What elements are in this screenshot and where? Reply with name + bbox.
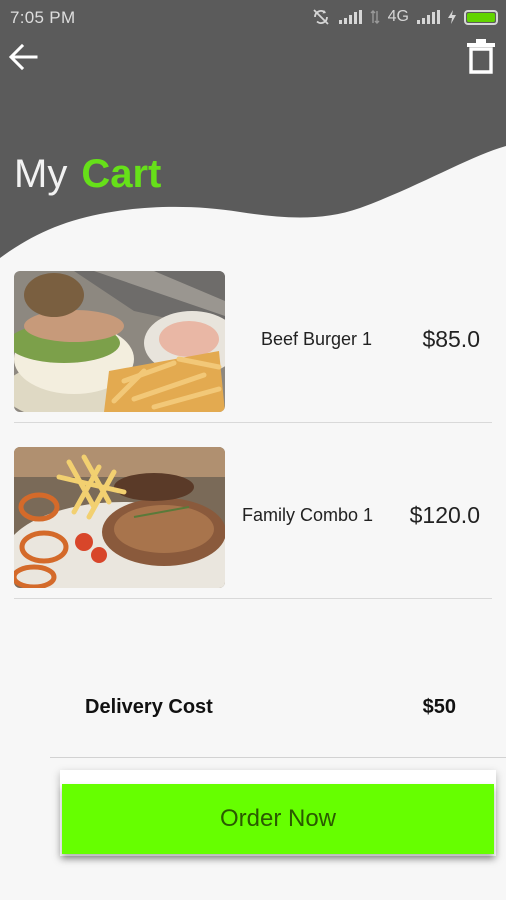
- cart-item[interactable]: Family Combo 1 $120.0: [14, 447, 492, 599]
- arrow-left-icon: [8, 43, 38, 71]
- cart-item[interactable]: Beef Burger 1 $85.0: [14, 271, 492, 423]
- delivery-cost-label: Delivery Cost: [85, 696, 213, 718]
- header: My Cart: [0, 36, 506, 266]
- page-title-accent: Cart: [81, 152, 162, 196]
- beef-burger-photo: [14, 271, 225, 412]
- delete-cart-button[interactable]: [464, 38, 498, 74]
- delivery-cost-value: $50: [422, 696, 456, 718]
- family-combo-photo: [14, 447, 225, 588]
- back-button[interactable]: [6, 40, 40, 74]
- data-arrows-icon: [370, 10, 380, 24]
- item-price: $120.0: [409, 502, 480, 528]
- order-card: Order Now: [60, 770, 496, 856]
- signal-icon: [338, 10, 362, 24]
- trash-icon: [467, 39, 495, 74]
- page-title: My Cart: [14, 150, 161, 198]
- sync-off-icon: [313, 9, 329, 25]
- status-time: 7:05 PM: [10, 8, 76, 27]
- signal-icon-2: [417, 10, 440, 24]
- item-name: Family Combo 1: [242, 505, 374, 525]
- battery-icon: [464, 9, 498, 25]
- item-name: Beef Burger 1: [261, 329, 373, 349]
- page-title-prefix: My: [14, 152, 68, 196]
- item-price: $85.0: [422, 326, 480, 352]
- delivery-row: Delivery Cost $50: [50, 676, 506, 758]
- status-bar: 7:05 PM 4G: [0, 0, 506, 36]
- cart-screen: 7:05 PM 4G My Cart Beef Burger 1 $85.0 F…: [0, 0, 506, 900]
- network-type: 4G: [387, 8, 409, 25]
- order-now-button[interactable]: Order Now: [62, 784, 494, 854]
- status-icons: 4G: [311, 6, 498, 28]
- charging-icon: [448, 10, 456, 24]
